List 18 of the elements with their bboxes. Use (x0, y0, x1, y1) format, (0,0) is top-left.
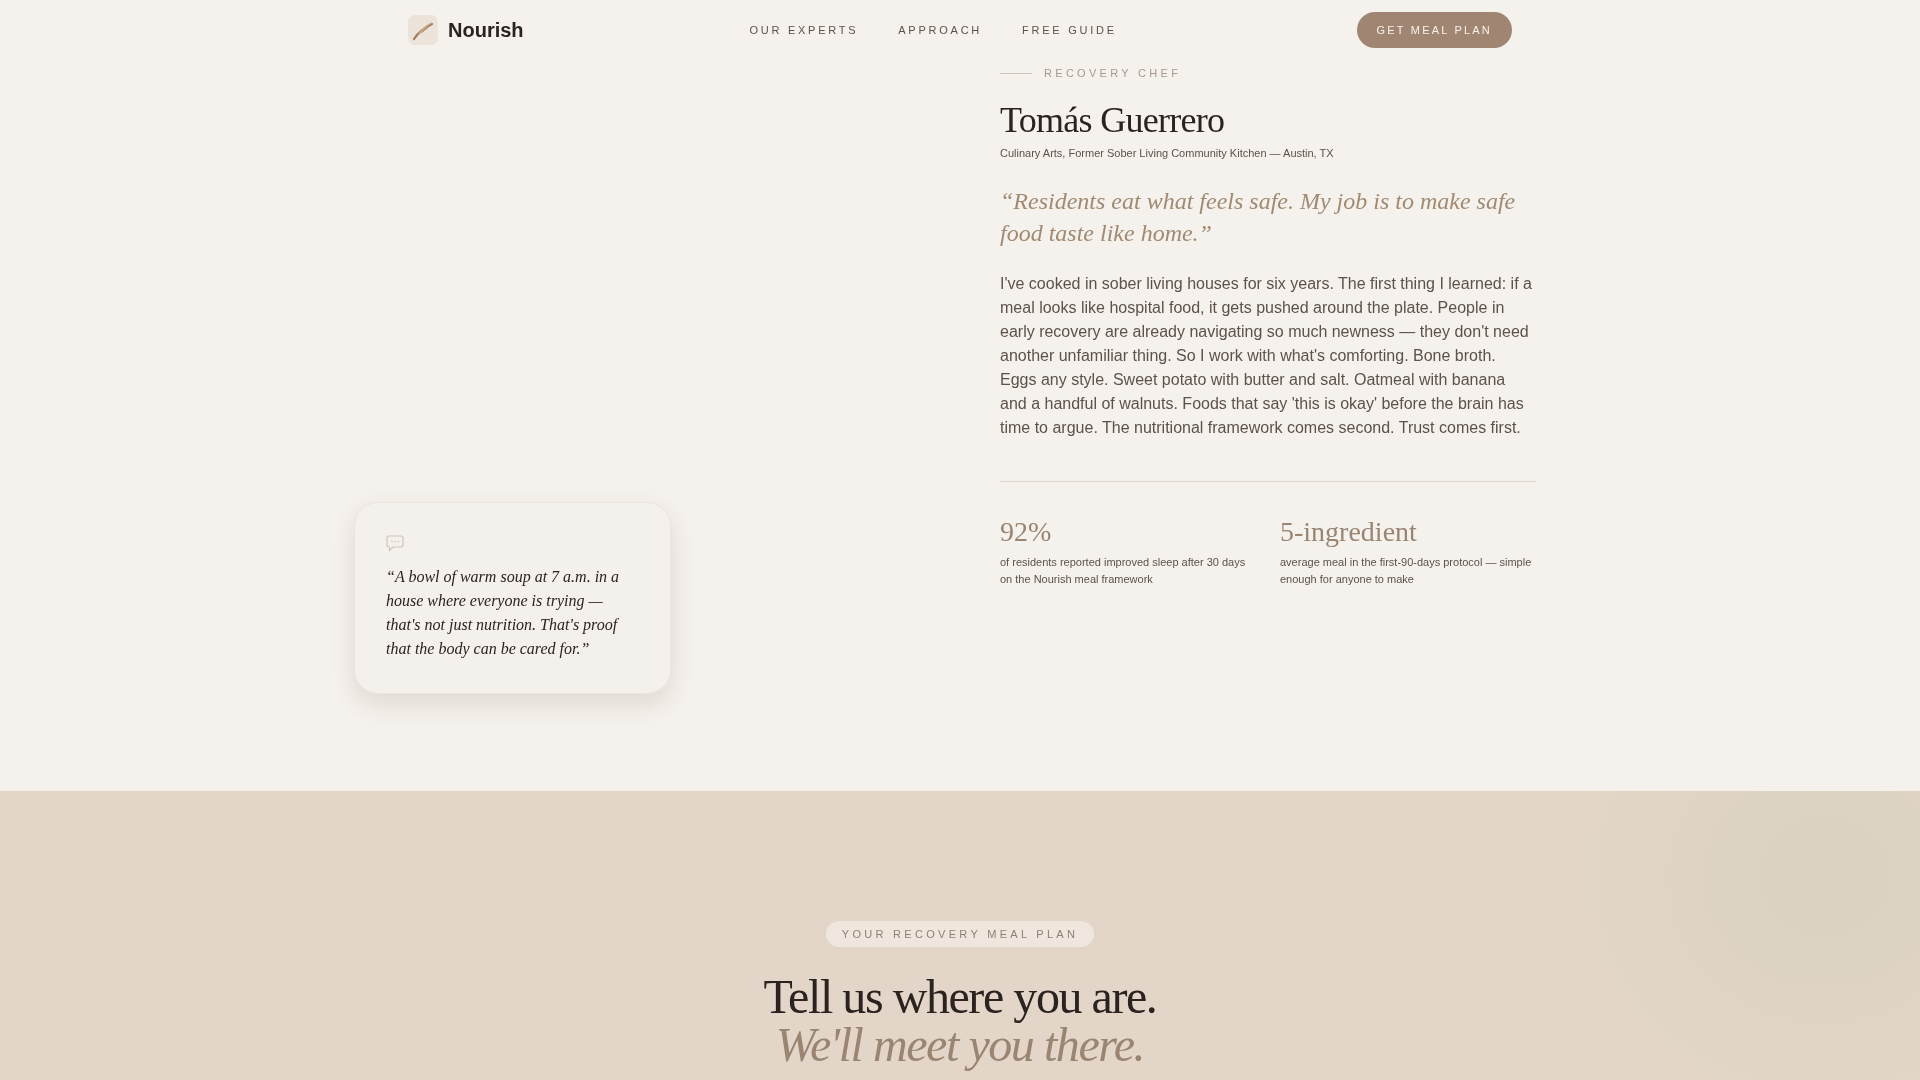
speech-bubble-icon (386, 535, 404, 552)
brand-name[interactable]: Nourish (448, 15, 524, 45)
stat-description: of residents reported improved sleep after 30 days on the Nourish meal framework (1000, 555, 1247, 587)
expert-name: Tomás Guerrero (1000, 100, 1226, 140)
nav-link[interactable]: FREE GUIDE (1022, 21, 1117, 39)
eyebrow-pill: YOUR RECOVERY MEAL PLAN (825, 921, 1095, 947)
section-heading: Tell us where you are. (763, 973, 1157, 1021)
stat-value: 5-ingredient (1280, 515, 1418, 549)
bio-paragraph: I've cooked in sober living houses for six years. The first thing I learned: if a meal looks like hospital food, it gets pushed around the plate. People in early recovery are already navigating so much newness — they don't need another unfamiliar thing. So I work with what's comforting. Bone broth. Eggs any style. Sweet potato with butter and salt. Oatmeal with banana and a handful of walnuts. Foods that say 'this is okay' before the brain has time to argue. The nutritional framework comes second. Trust comes first. (1000, 274, 1533, 438)
eyebrow-label: RECOVERY CHEF (1044, 65, 1182, 81)
nav-link[interactable]: APPROACH (898, 21, 983, 39)
stat-value: 92% (1000, 515, 1053, 549)
pull-quote: “Residents eat what feels safe. My job is to make safe food taste like home.” (1000, 187, 1517, 248)
expert-credentials: Culinary Arts, Former Sober Living Community Kitchen — Austin, TX (1000, 146, 1335, 161)
feather-logo-icon (408, 15, 438, 45)
stat-description: average meal in the first-90-days protocol — simple enough for anyone to make (1280, 555, 1533, 587)
card-quote: “A bowl of warm soup at 7 a.m. in a house where everyone is trying — that's not just nutrition. That's proof that the body can be cared for.” (386, 567, 621, 660)
nav-link[interactable]: OUR EXPERTS (749, 21, 859, 39)
